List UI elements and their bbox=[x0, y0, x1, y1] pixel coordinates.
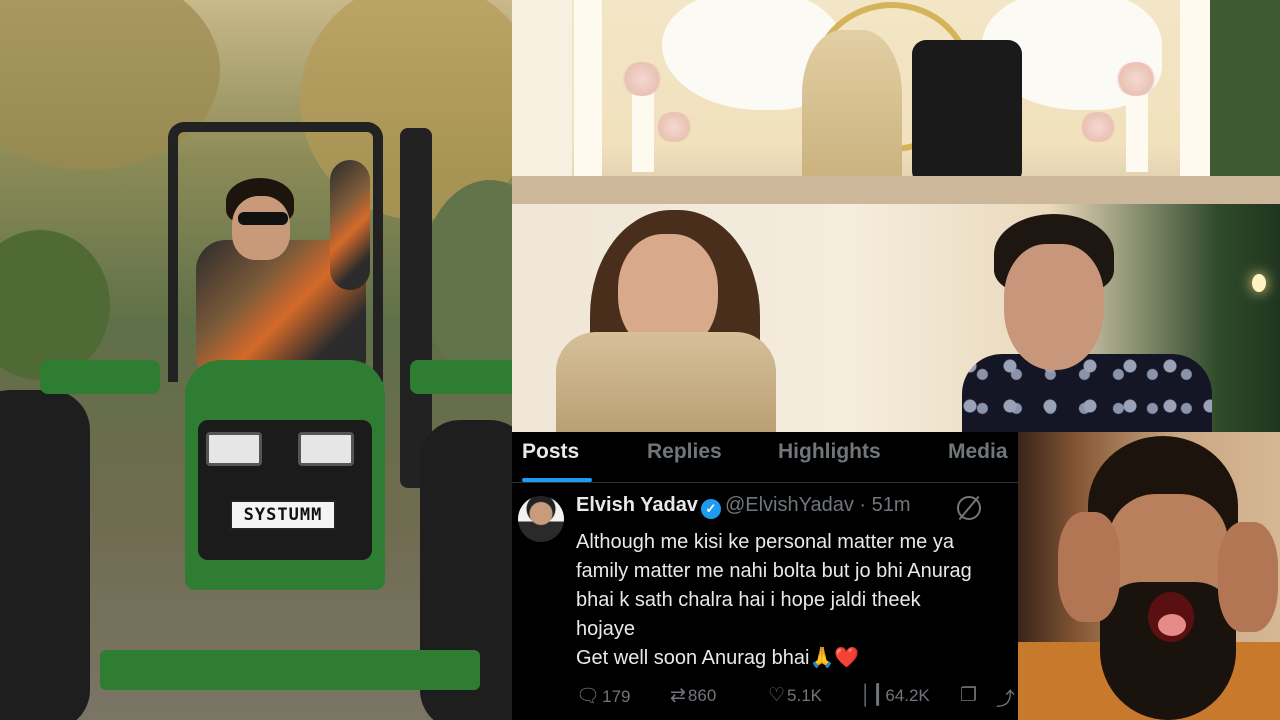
repost-count: 860 bbox=[687, 686, 717, 705]
curtain-left bbox=[512, 0, 572, 204]
person-raised-arm bbox=[330, 160, 370, 290]
tractor-left-fender bbox=[40, 360, 160, 394]
verified-badge-icon: ✓ bbox=[700, 499, 721, 519]
tractor-right-fender bbox=[410, 360, 512, 394]
repost-icon: ⇄ bbox=[670, 685, 686, 706]
display-name[interactable]: Elvish Yadav bbox=[576, 494, 698, 516]
tractor-photo: SYSTUMM bbox=[0, 0, 512, 720]
flower-stand bbox=[1126, 92, 1148, 172]
tree-foliage bbox=[0, 230, 110, 380]
views-button[interactable]: │┃ 64.2K bbox=[860, 684, 930, 707]
tractor: SYSTUMM bbox=[0, 360, 512, 720]
woman-in-gown bbox=[802, 30, 902, 190]
flower-stand bbox=[632, 92, 654, 172]
tweet-line: Although me kisi ke personal matter me y… bbox=[576, 531, 954, 553]
tab-highlights[interactable]: Highlights bbox=[778, 440, 881, 464]
reaction-right-hand bbox=[1218, 522, 1278, 632]
tweet-line: bhai k sath chalra hai i hope jaldi thee… bbox=[576, 589, 921, 611]
repost-button[interactable]: ⇄ 860 bbox=[670, 684, 716, 707]
kneeling-man bbox=[912, 40, 1022, 185]
profile-tabs: Posts Replies Highlights Media bbox=[512, 432, 1018, 482]
reply-icon: 🗨︎ bbox=[576, 686, 601, 707]
tractor-left-tyre bbox=[0, 390, 90, 720]
person-face bbox=[232, 196, 290, 260]
tractor-left-headlamp bbox=[206, 432, 262, 466]
tweet-header: Elvish Yadav ✓ @ElvishYadav · 51m bbox=[576, 494, 911, 519]
tweet-line: Get well soon Anurag bhai🙏❤️ bbox=[576, 647, 860, 669]
grok-icon[interactable] bbox=[957, 496, 981, 520]
tweet-text: Although me kisi ke personal matter me y… bbox=[576, 528, 1016, 673]
tweet-panel: Posts Replies Highlights Media Elvish Ya… bbox=[512, 432, 1018, 720]
flowers bbox=[620, 62, 664, 96]
avatar[interactable] bbox=[518, 496, 564, 542]
reply-count: 179 bbox=[602, 687, 631, 706]
share-button[interactable]: ⤴ bbox=[996, 684, 1017, 711]
tab-media[interactable]: Media bbox=[948, 440, 1008, 464]
reaction-tongue bbox=[1158, 614, 1186, 636]
flowers bbox=[654, 112, 694, 142]
views-chart-icon: │┃ bbox=[860, 685, 884, 706]
pillar bbox=[574, 0, 602, 180]
tweet-timestamp[interactable]: · 51m bbox=[859, 494, 910, 516]
flowers bbox=[1114, 62, 1158, 96]
pillar bbox=[1180, 0, 1210, 180]
stage-floor bbox=[512, 176, 1280, 204]
like-button[interactable]: ♡ 5.1K bbox=[768, 684, 822, 707]
curtain-right bbox=[1202, 0, 1280, 204]
woman-dress bbox=[556, 332, 776, 432]
hanging-lamp bbox=[1252, 274, 1266, 292]
user-handle[interactable]: @ElvishYadav bbox=[725, 494, 854, 516]
bookmark-icon: ❐ bbox=[960, 685, 978, 706]
couple-photo bbox=[512, 204, 1280, 432]
flowers bbox=[1078, 112, 1118, 142]
man-shirt bbox=[962, 354, 1212, 432]
tractor-front-axle bbox=[100, 650, 480, 690]
tab-replies[interactable]: Replies bbox=[647, 440, 722, 464]
proposal-photo bbox=[512, 0, 1280, 204]
like-count: 5.1K bbox=[787, 686, 823, 705]
sunglasses bbox=[238, 212, 288, 225]
tabs-divider bbox=[512, 482, 1018, 483]
tab-posts[interactable]: Posts bbox=[522, 440, 579, 464]
reply-button[interactable]: 🗨︎ 179 bbox=[576, 684, 631, 708]
reaction-photo bbox=[1018, 432, 1280, 720]
tractor-right-headlamp bbox=[298, 432, 354, 466]
reaction-left-hand bbox=[1058, 512, 1120, 622]
tweet-line: hojaye bbox=[576, 618, 635, 640]
number-plate: SYSTUMM bbox=[230, 500, 336, 530]
views-count: 64.2K bbox=[885, 686, 930, 705]
tweet-actions: 🗨︎ 179 ⇄ 860 ♡ 5.1K │┃ 64.2K ❐ ⤴ bbox=[576, 684, 1018, 714]
man-face bbox=[1004, 244, 1104, 370]
heart-icon: ♡ bbox=[768, 685, 786, 706]
tweet-line: family matter me nahi bolta but jo bhi A… bbox=[576, 560, 972, 582]
share-icon: ⤴ bbox=[996, 689, 1016, 710]
bookmark-button[interactable]: ❐ bbox=[960, 684, 979, 707]
